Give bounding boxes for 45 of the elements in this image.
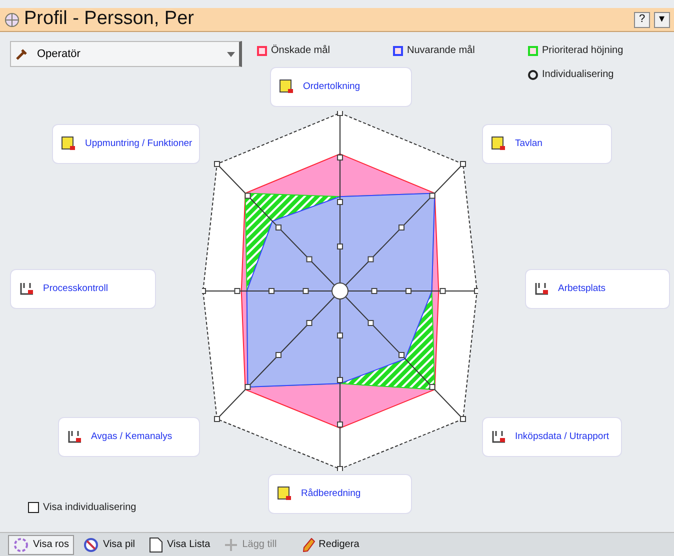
competence-card[interactable]: Uppmuntring / Funktioner <box>52 124 200 164</box>
toolbar-button[interactable]: Visa pil <box>78 534 140 554</box>
plus-icon <box>224 538 238 552</box>
competence-card[interactable]: Processkontroll <box>10 269 156 309</box>
help-button[interactable]: ? <box>634 12 650 28</box>
flower-icon <box>13 536 29 552</box>
competence-link[interactable]: Arbetsplats <box>558 282 606 296</box>
device-icon <box>67 429 83 445</box>
competence-link[interactable]: Avgas / Kemanalys <box>91 430 172 444</box>
device-icon <box>19 281 35 297</box>
competence-card[interactable]: Ordertolkning <box>270 67 412 107</box>
toolbar-button[interactable]: Visa ros <box>8 534 74 554</box>
window-title: Profil - Persson, Per <box>24 7 195 32</box>
note-icon <box>491 136 507 152</box>
hammer-icon <box>15 47 29 61</box>
checkbox-label: Visa individualisering <box>43 501 136 515</box>
legend-label: Nuvarande mål <box>407 44 475 58</box>
note-icon <box>61 136 77 152</box>
competence-card[interactable]: Arbetsplats <box>525 269 670 309</box>
checkbox[interactable] <box>28 502 39 513</box>
legend-label: Individualisering <box>542 68 614 82</box>
device-icon <box>491 429 507 445</box>
legend-label: Önskade mål <box>271 44 330 58</box>
note-icon <box>279 79 295 95</box>
competence-link[interactable]: Processkontroll <box>43 282 108 296</box>
role-dropdown[interactable]: Operatör <box>10 41 242 67</box>
competence-link[interactable]: Inköpsdata / Utrapport <box>515 430 609 444</box>
competence-card[interactable]: Inköpsdata / Utrapport <box>482 417 622 457</box>
note-icon <box>277 486 293 502</box>
legend-label: Prioriterad höjning <box>542 44 624 58</box>
competence-link[interactable]: Uppmuntring / Funktioner <box>85 136 192 152</box>
competence-link[interactable]: Tavlan <box>515 136 542 152</box>
pencil-icon <box>302 538 315 552</box>
competence-card[interactable]: Avgas / Kemanalys <box>58 417 200 457</box>
competence-card[interactable]: Tavlan <box>482 124 612 164</box>
competence-link[interactable]: Rådberedning <box>301 486 361 502</box>
caret-icon <box>227 52 235 56</box>
toolbar-button[interactable]: Redigera <box>298 534 364 554</box>
menu-button[interactable]: ▾ <box>654 12 670 28</box>
device-icon <box>534 281 550 297</box>
page-icon <box>149 536 164 552</box>
toolbar-button[interactable]: Visa Lista <box>144 534 216 554</box>
competence-link[interactable]: Ordertolkning <box>303 80 360 94</box>
dropdown-value: Operatör <box>37 46 82 62</box>
competence-card[interactable]: Rådberedning <box>268 474 412 514</box>
